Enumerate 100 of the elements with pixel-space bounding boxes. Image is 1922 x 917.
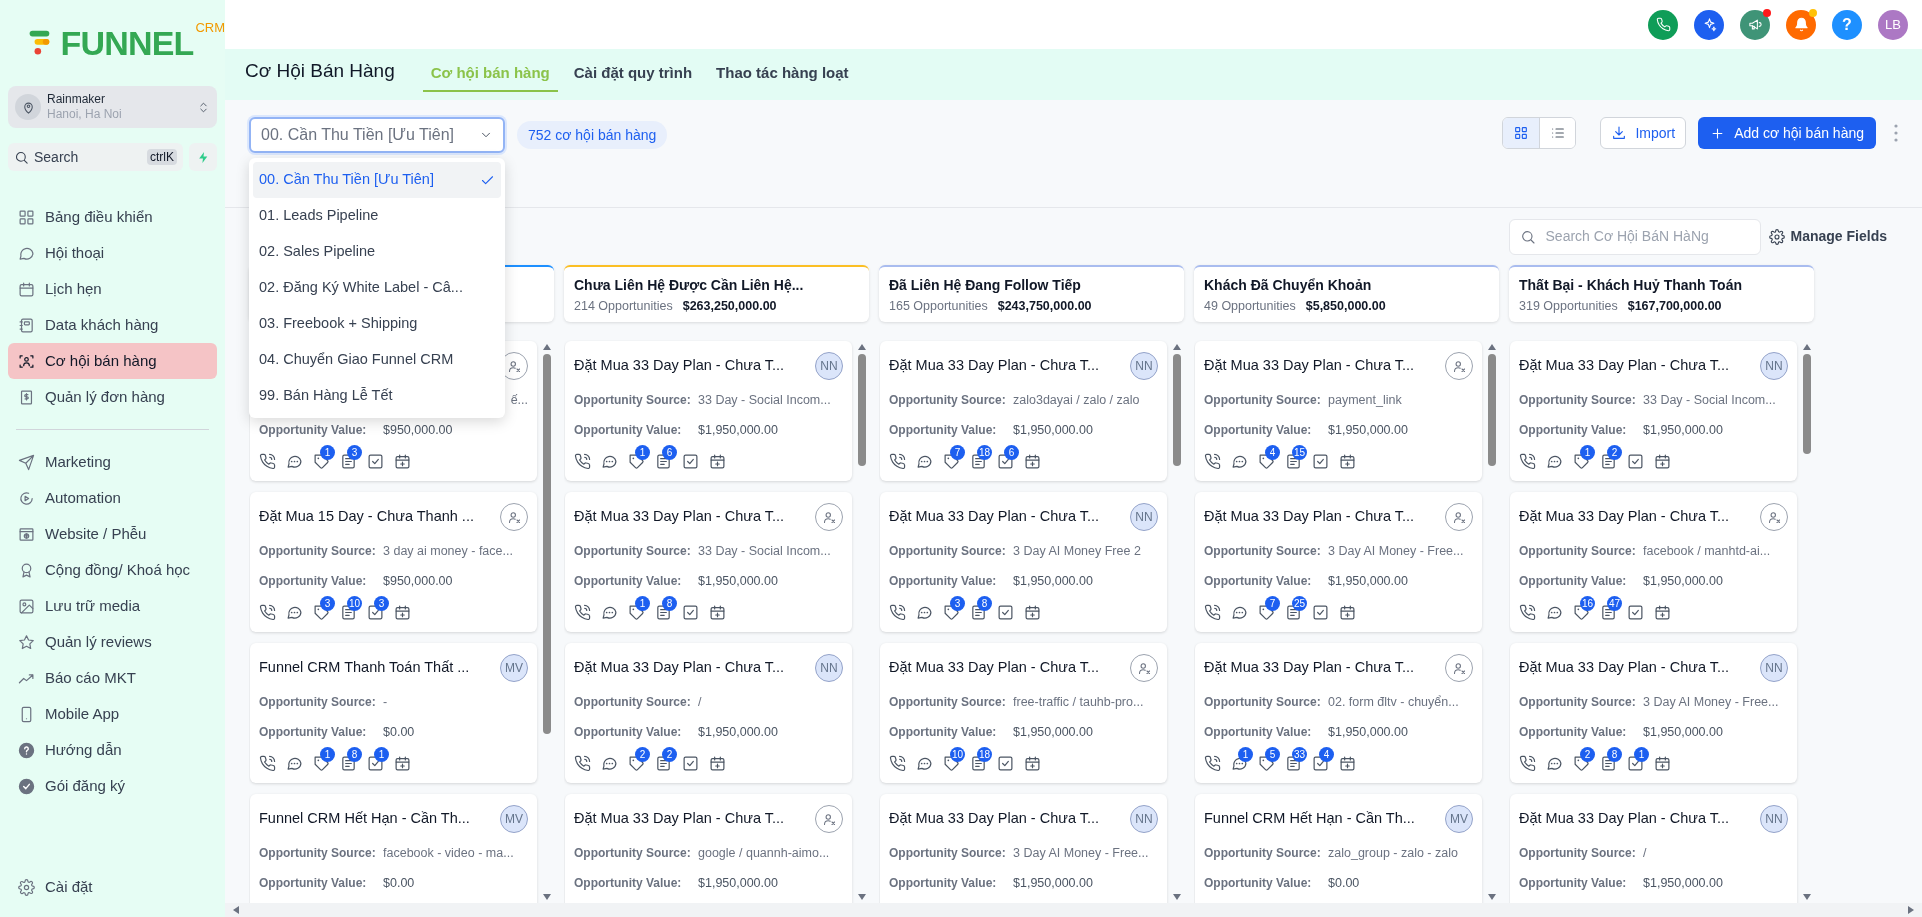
opportunity-value: $1,950,000.00 [1013,874,1093,892]
field-label: Opportunity Value: [1519,573,1628,590]
field-label: Opportunity Value: [1519,724,1628,741]
assignee-avatar: NN [1130,352,1158,380]
field-label: Opportunity Source: [889,392,1007,409]
card-title: Đặt Mua 33 Day Plan - Chưa T... [574,507,785,527]
field-label: Opportunity Source: [1519,694,1637,711]
count-badge: 1 [635,596,650,611]
field-label: Opportunity Value: [574,875,683,892]
field-label: Opportunity Source: [1204,845,1322,862]
opportunity-count: 214 Opportunities [574,298,673,315]
count-badge: 3 [347,445,362,460]
shortcut-key: ctrlK [147,149,177,165]
opportunity-value: $1,950,000.00 [1643,421,1723,439]
field-label: Opportunity Value: [889,573,998,590]
opportunity-count: 319 Opportunities [1519,298,1618,315]
field-label: Opportunity Source: [889,694,1007,711]
field-label: Opportunity Source: [574,543,692,560]
opportunity-source: / [1643,844,1647,862]
card-title: Đặt Mua 33 Day Plan - Chưa T... [1519,507,1730,527]
count-badge: 2 [1580,747,1595,762]
opportunity-count: 49 Opportunities [1204,298,1296,315]
count-badge: 7 [1265,596,1280,611]
opportunity-value: $1,950,000.00 [1328,572,1408,590]
logo-text: FUNNEL [60,24,194,62]
opportunity-source: free-traffic / tauhb-pro... [1013,693,1144,711]
opportunity-source: 3 Day AI Money - Free... [1643,693,1779,711]
card-title: Đặt Mua 33 Day Plan - Chưa T... [889,356,1100,376]
opportunity-source: 33 Day - Social Incom... [1643,391,1776,409]
opportunity-value: $1,950,000.00 [698,572,778,590]
opportunity-value: $1,950,000.00 [1643,723,1723,741]
card-title: Đặt Mua 33 Day Plan - Chưa T... [1204,356,1415,376]
field-label: Opportunity Value: [574,573,683,590]
assignee-avatar: MV [1445,805,1473,833]
count-badge: 15 [1292,445,1308,460]
field-label: Opportunity Value: [889,724,998,741]
opportunity-source: 33 Day - Social Incom... [698,542,831,560]
field-label: Opportunity Value: [259,724,368,741]
count-badge: 8 [1607,747,1622,762]
field-label: Opportunity Source: [1519,845,1637,862]
count-badge: 7 [950,445,965,460]
field-label: Opportunity Source: [259,543,377,560]
opportunity-value: $1,950,000.00 [1643,572,1723,590]
count-badge: 18 [977,445,993,460]
count-badge: 1 [320,445,335,460]
count-badge: 2 [635,747,650,762]
assignee-avatar: NN [1130,805,1158,833]
opportunity-value: $1,950,000.00 [1643,874,1723,892]
field-label: Opportunity Source: [889,845,1007,862]
field-label: Opportunity Value: [259,875,368,892]
count-badge: 3 [950,596,965,611]
field-label: Opportunity Source: [259,845,377,862]
card-title: Funnel CRM Hết Hạn - Cần Th... [259,809,470,829]
column-total: $263,250,000.00 [682,298,777,315]
opportunity-source: 33 Day - Social Incom... [698,391,831,409]
column-title: Khách Đã Chuyển Khoản [1204,276,1373,295]
opportunity-value: $1,950,000.00 [1013,723,1093,741]
count-badge: 1 [320,747,335,762]
card-title: Funnel CRM Hết Hạn - Cần Th... [1204,809,1415,829]
count-badge: 3 [320,596,335,611]
field-label: Opportunity Value: [889,875,998,892]
opportunity-value: $1,950,000.00 [1013,572,1093,590]
opportunity-source: 3 Day AI Money Free 2 [1013,542,1141,560]
count-badge: 2 [662,747,677,762]
count-badge: 8 [662,596,677,611]
field-label: Opportunity Value: [889,422,998,439]
field-label: Opportunity Source: [1519,392,1637,409]
count-badge: 1 [374,747,389,762]
opportunity-value: $0.00 [1328,874,1360,892]
count-badge: 3 [374,596,389,611]
opportunity-value: $0.00 [383,874,415,892]
opportunity-value: $1,950,000.00 [1013,421,1093,439]
assignee-avatar: NN [815,352,843,380]
card-title: Đặt Mua 33 Day Plan - Chưa T... [574,658,785,678]
column-total: $243,750,000.00 [997,298,1092,315]
field-label: Opportunity Source: [1204,392,1322,409]
account-name: Rainmaker [47,92,107,107]
assignee-avatar: NN [1760,654,1788,682]
field-label: Opportunity Value: [1519,875,1628,892]
count-badge: 4 [1319,747,1334,762]
count-badge: 1 [1634,747,1649,762]
count-badge: 6 [1004,445,1019,460]
card-title: Đặt Mua 33 Day Plan - Chưa T... [1519,658,1730,678]
opportunity-value: $1,950,000.00 [698,723,778,741]
opportunity-source: zalo_group - zalo - zalo [1328,844,1458,862]
count-badge: 2 [1607,445,1622,460]
count-badge: 33 [1292,747,1308,762]
logo-superscript: CRM [195,19,225,37]
count-badge: 4 [1265,445,1280,460]
field-label: Opportunity Source: [1519,543,1637,560]
opportunity-source: - [383,693,388,711]
column-title: Thất Bại - Khách Huỷ Thanh Toán [1519,276,1743,295]
assignee-avatar: NN [1760,805,1788,833]
count-badge: 25 [1292,596,1308,611]
page-title: Cơ Hội Bán Hàng [245,59,395,84]
card-title: Đặt Mua 33 Day Plan - Chưa T... [889,658,1100,678]
count-badge: 8 [977,596,992,611]
opportunity-source: 3 day ai money - face... [383,542,513,560]
assignee-avatar: MV [500,654,528,682]
field-label: Opportunity Source: [259,694,377,711]
